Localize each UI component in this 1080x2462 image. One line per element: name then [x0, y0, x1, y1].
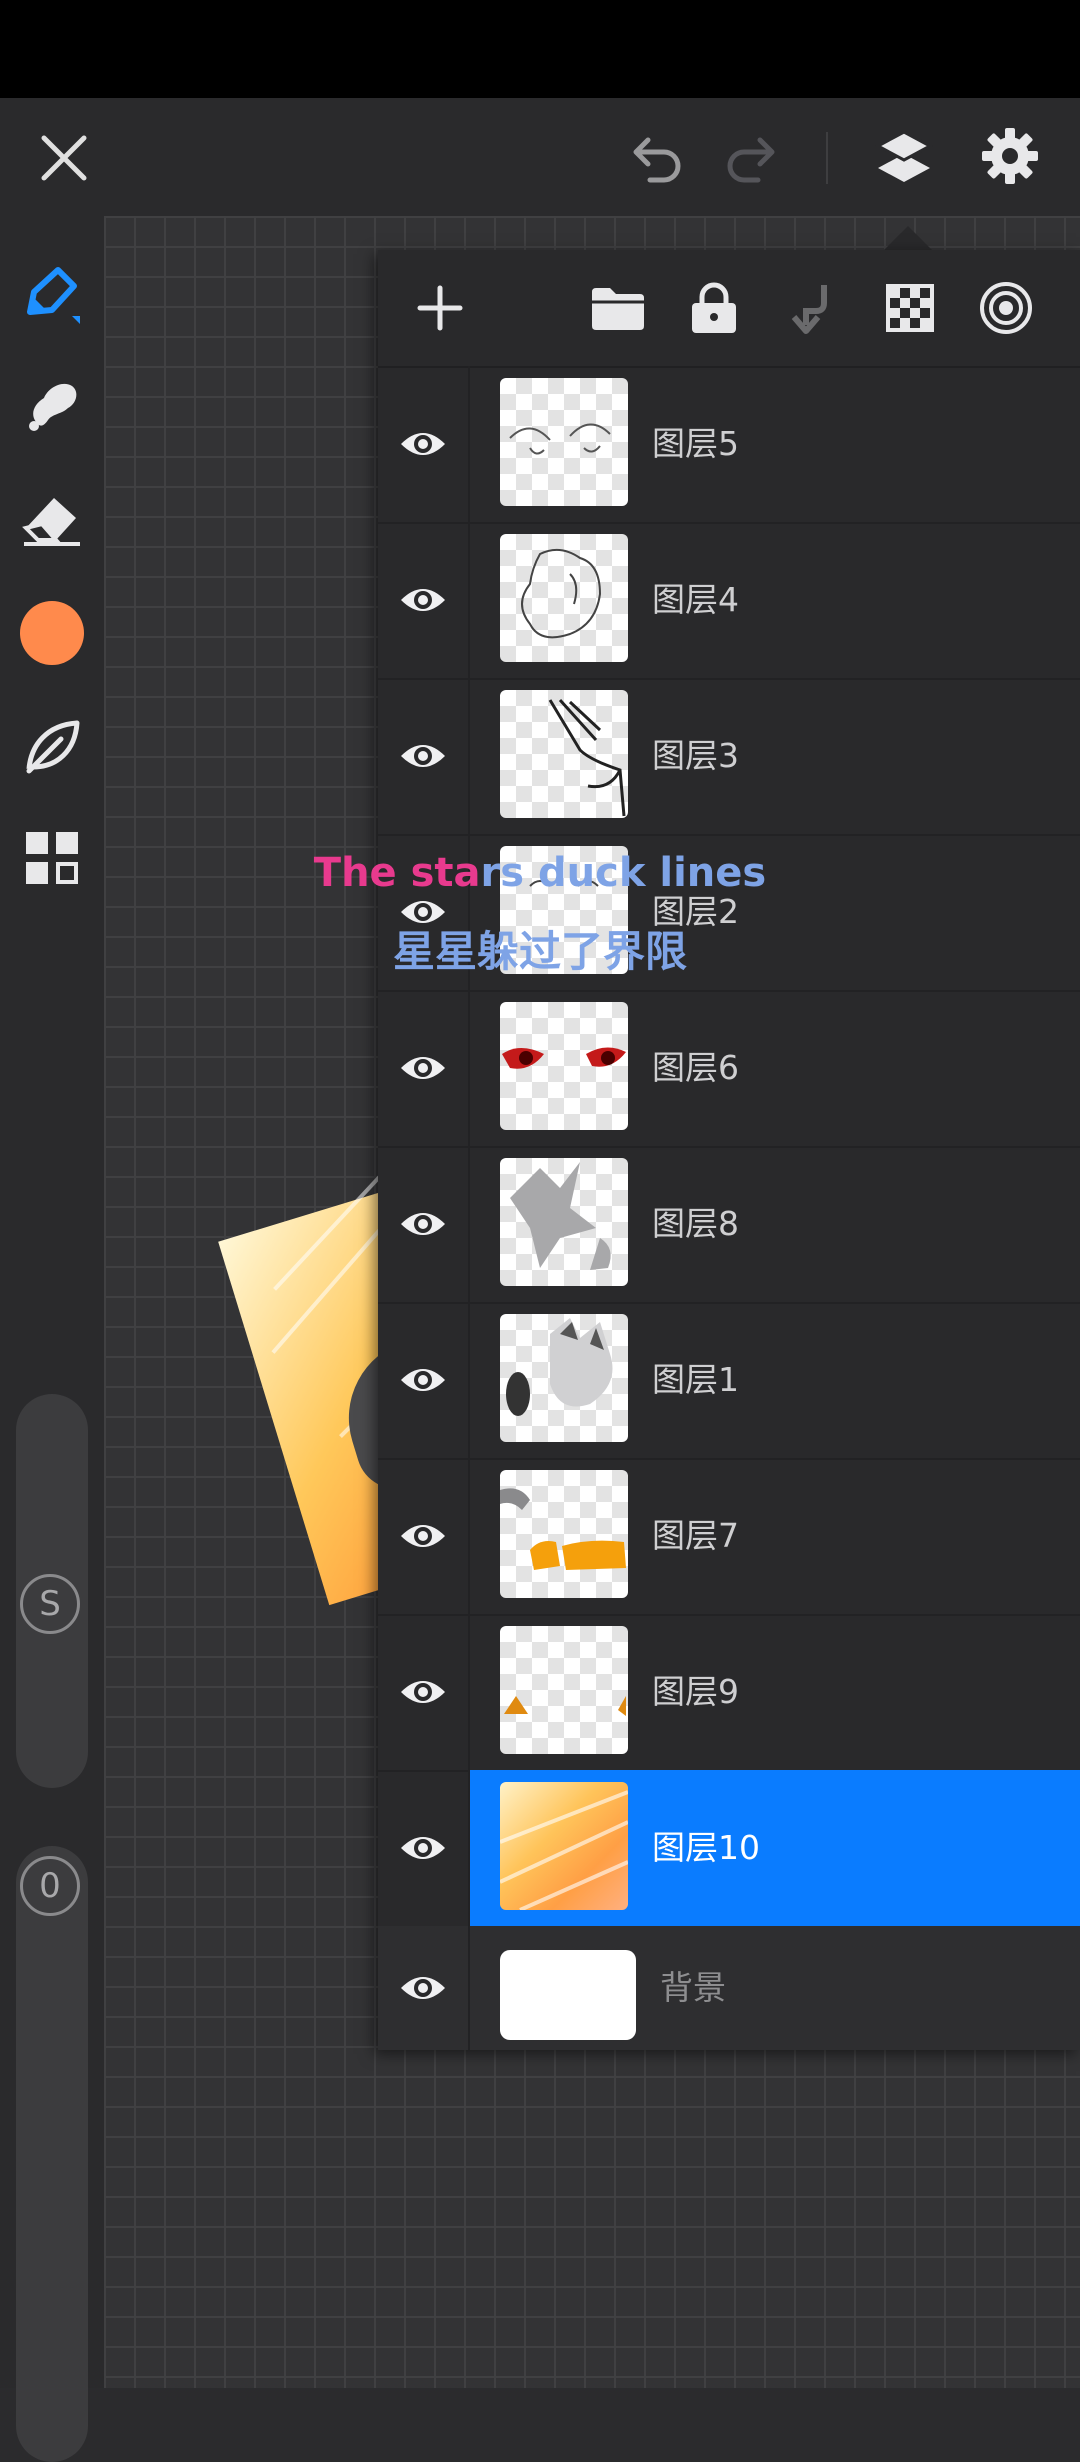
layer-row[interactable]: 图层6 — [378, 990, 1080, 1148]
top-bar — [0, 98, 1080, 216]
eye-icon[interactable] — [378, 522, 470, 678]
layer-thumbnail — [500, 1626, 628, 1754]
layer-row[interactable]: 图层1 — [378, 1302, 1080, 1460]
layer-thumbnail — [500, 1314, 628, 1442]
layer-thumbnail — [500, 534, 628, 662]
close-icon[interactable] — [24, 118, 104, 198]
leaf-icon[interactable] — [0, 704, 104, 788]
eye-icon[interactable] — [378, 1614, 470, 1770]
layer-name: 图层6 — [652, 1048, 739, 1087]
merge-down-icon[interactable] — [778, 250, 842, 366]
eye-icon[interactable] — [378, 678, 470, 834]
subtitle-english: The stars duck lines — [0, 850, 1080, 896]
layers-panel: 图层5 图层4 图层3 图层2 图层6 图层8 图层1 图层7 图层9 图层10… — [378, 250, 1080, 2050]
layer-thumbnail — [500, 1158, 628, 1286]
layer-name: 图层3 — [652, 736, 739, 775]
opacity-slider[interactable] — [16, 1846, 88, 2462]
layer-row-selected[interactable]: 图层10 — [378, 1770, 1080, 1928]
layer-name: 图层8 — [652, 1204, 739, 1243]
color-swatch-circle — [20, 601, 84, 665]
top-divider — [826, 132, 828, 184]
layers-toolbar — [378, 250, 1080, 368]
background-layer-name: 背景 — [660, 1968, 726, 2007]
eye-icon[interactable] — [378, 990, 470, 1146]
panel-pointer — [884, 226, 932, 250]
layer-name: 图层10 — [652, 1828, 760, 1867]
add-icon[interactable] — [408, 250, 472, 366]
layer-thumbnail — [500, 378, 628, 506]
layer-thumbnail — [500, 1470, 628, 1598]
layer-name: 图层7 — [652, 1516, 739, 1555]
background-thumbnail — [500, 1950, 636, 2040]
layer-name: 图层1 — [652, 1360, 739, 1399]
folder-icon[interactable] — [584, 250, 652, 366]
layer-name: 图层5 — [652, 424, 739, 463]
layers-icon[interactable] — [862, 114, 946, 198]
eraser-icon[interactable] — [0, 476, 104, 560]
redo-icon[interactable] — [712, 118, 792, 198]
target-icon[interactable] — [974, 250, 1038, 366]
layer-name: 图层4 — [652, 580, 739, 619]
subtitle-english-part2: rs duck lines — [480, 850, 767, 896]
eye-icon[interactable] — [378, 1926, 470, 2050]
status-bar — [0, 0, 1080, 98]
layer-row[interactable]: 图层8 — [378, 1146, 1080, 1304]
layer-thumbnail — [500, 690, 628, 818]
layer-thumbnail — [500, 1782, 628, 1910]
smudge-icon[interactable] — [0, 362, 104, 446]
undo-icon[interactable] — [616, 118, 696, 198]
layer-row[interactable]: 图层4 — [378, 522, 1080, 680]
checker-icon[interactable] — [878, 250, 942, 366]
layer-row[interactable]: 图层7 — [378, 1458, 1080, 1616]
layer-row[interactable]: 图层9 — [378, 1614, 1080, 1772]
subtitle-english-part1: The sta — [313, 850, 481, 896]
eye-icon[interactable] — [378, 1146, 470, 1302]
opacity-label: 0 — [20, 1856, 80, 1916]
background-layer-row[interactable]: 背景 — [378, 1926, 1080, 2050]
eye-icon[interactable] — [378, 366, 470, 522]
pencil-icon[interactable] — [0, 254, 104, 338]
brush-size-label: S — [20, 1574, 80, 1634]
eye-icon[interactable] — [378, 1458, 470, 1614]
lock-icon[interactable] — [682, 250, 746, 366]
left-toolbar: S 0 — [0, 216, 104, 2462]
layer-name: 图层9 — [652, 1672, 739, 1711]
settings-icon[interactable] — [970, 116, 1050, 196]
color-swatch[interactable] — [0, 588, 104, 678]
subtitle-chinese: 星星躲过了界限 — [392, 927, 687, 976]
layer-row[interactable]: 图层5 — [378, 366, 1080, 524]
eye-icon[interactable] — [378, 1770, 470, 1926]
layer-thumbnail — [500, 1002, 628, 1130]
eye-icon[interactable] — [378, 1302, 470, 1458]
layer-row[interactable]: 图层3 — [378, 678, 1080, 836]
